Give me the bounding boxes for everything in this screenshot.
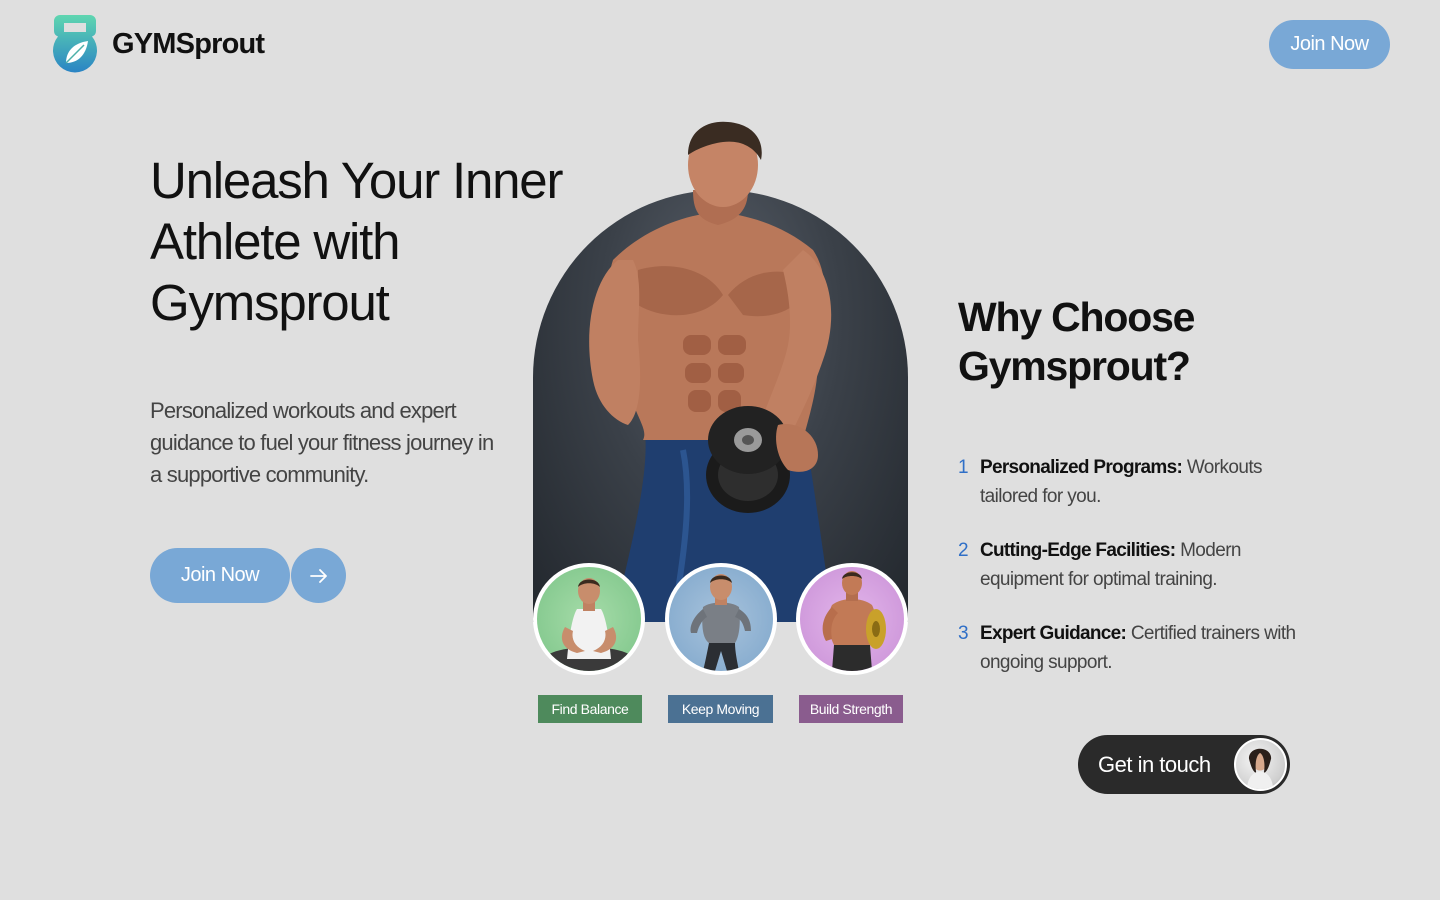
person-avatar-icon xyxy=(1247,748,1273,789)
hero-subtitle: Personalized workouts and expert guidanc… xyxy=(150,398,494,487)
tag-keep-moving[interactable]: Keep Moving xyxy=(668,695,773,723)
feature-item: 1 Personalized Programs: Workouts tailor… xyxy=(958,453,1298,511)
feature-text: Personalized Programs: Workouts tailored… xyxy=(980,453,1298,511)
feature-number: 1 xyxy=(958,457,969,478)
feature-text: Expert Guidance: Certified trainers with… xyxy=(980,619,1298,677)
feature-title: Personalized Programs: xyxy=(980,457,1183,478)
category-avatars xyxy=(533,563,909,675)
feature-item: 3 Expert Guidance: Certified trainers wi… xyxy=(958,619,1298,677)
find-balance-avatar[interactable] xyxy=(533,563,645,675)
feature-title: Cutting-Edge Facilities: xyxy=(980,540,1176,561)
runner-figure-icon xyxy=(690,574,751,671)
tag-find-balance[interactable]: Find Balance xyxy=(538,695,642,723)
meditation-figure-icon xyxy=(543,578,635,671)
get-in-touch-button[interactable]: Get in touch xyxy=(1078,735,1290,794)
feature-list: 1 Personalized Programs: Workouts tailor… xyxy=(958,453,1298,702)
feature-number: 2 xyxy=(958,540,969,561)
header-join-button[interactable]: Join Now xyxy=(1269,20,1390,69)
why-title: Why Choose Gymsprout? xyxy=(958,294,1195,389)
get-in-touch-label: Get in touch xyxy=(1098,751,1211,777)
feature-number: 3 xyxy=(958,623,969,644)
contact-avatar xyxy=(1234,738,1287,791)
brand-logo[interactable]: GYMSprout xyxy=(52,13,265,76)
feature-text: Cutting-Edge Facilities: Modern equipmen… xyxy=(980,536,1298,594)
hero-arrow-button[interactable] xyxy=(291,548,346,603)
arrow-right-icon xyxy=(309,568,327,583)
build-strength-avatar[interactable] xyxy=(796,563,908,675)
brand-name: GYMSprout xyxy=(112,28,265,60)
hero-cta: Join Now xyxy=(150,548,346,603)
kettlebell-leaf-icon xyxy=(53,15,97,73)
feature-title: Expert Guidance: xyxy=(980,623,1127,644)
feature-item: 2 Cutting-Edge Facilities: Modern equipm… xyxy=(958,536,1298,594)
strongman-figure-icon xyxy=(822,571,886,671)
keep-moving-avatar[interactable] xyxy=(665,563,777,675)
tag-build-strength[interactable]: Build Strength xyxy=(799,695,903,723)
hero-join-button[interactable]: Join Now xyxy=(150,548,290,603)
athlete-image xyxy=(589,121,833,622)
